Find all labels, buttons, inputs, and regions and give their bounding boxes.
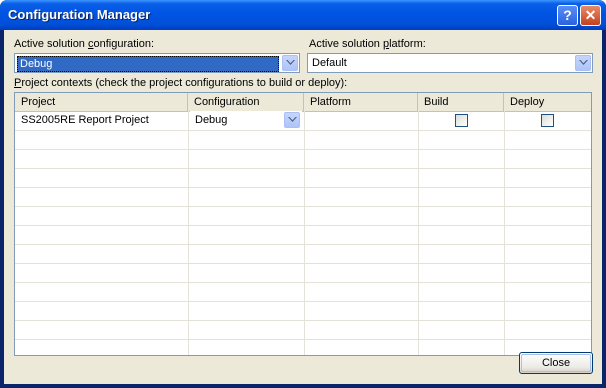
solution-platform-label: Active solution platform: <box>309 38 426 50</box>
dialog-body: Active solution configuration: Debug Act… <box>4 30 602 384</box>
table-row <box>15 339 591 355</box>
column-header-platform[interactable]: Platform <box>304 93 418 111</box>
project-configuration-value: Debug <box>195 114 228 126</box>
column-header-configuration[interactable]: Configuration <box>188 93 304 111</box>
grid-header: Project Configuration Platform Build Dep… <box>15 93 591 112</box>
deploy-checkbox[interactable] <box>541 114 554 127</box>
table-row <box>15 149 591 169</box>
project-contexts-label: Project contexts (check the project conf… <box>14 77 348 89</box>
build-checkbox[interactable] <box>455 114 468 127</box>
chevron-down-icon[interactable] <box>575 55 591 71</box>
close-icon: ✕ <box>584 7 597 23</box>
solution-platform-dropdown[interactable]: Default <box>307 53 593 73</box>
help-button[interactable]: ? <box>557 5 578 26</box>
title-bar[interactable]: Configuration Manager ? ✕ <box>0 0 606 30</box>
column-header-project[interactable]: Project <box>15 93 188 111</box>
table-row <box>15 282 591 302</box>
chevron-down-icon[interactable] <box>282 55 298 71</box>
table-row <box>15 301 591 321</box>
project-name-cell: SS2005RE Report Project <box>21 114 149 126</box>
solution-configuration-dropdown[interactable]: Debug <box>14 53 300 73</box>
column-header-deploy[interactable]: Deploy <box>504 93 591 111</box>
help-icon: ? <box>563 7 572 23</box>
solution-configuration-value: Debug <box>17 56 279 72</box>
configuration-manager-window: Configuration Manager ? ✕ Active solutio… <box>0 0 606 388</box>
table-row <box>15 244 591 264</box>
table-row <box>15 130 591 150</box>
window-title: Configuration Manager <box>8 7 151 22</box>
table-row <box>15 206 591 226</box>
project-contexts-grid: Project Configuration Platform Build Dep… <box>14 92 592 356</box>
project-configuration-dropdown[interactable]: Debug <box>190 111 302 129</box>
column-header-build[interactable]: Build <box>418 93 504 111</box>
table-row <box>15 263 591 283</box>
table-row <box>15 168 591 188</box>
table-row <box>15 320 591 340</box>
window-close-button[interactable]: ✕ <box>580 5 601 26</box>
table-row <box>15 225 591 245</box>
solution-platform-value: Default <box>312 57 347 69</box>
table-row[interactable]: SS2005RE Report Project Debug <box>15 111 591 131</box>
chevron-down-icon[interactable] <box>284 112 300 128</box>
solution-configuration-label: Active solution configuration: <box>14 38 155 50</box>
table-row <box>15 187 591 207</box>
close-button[interactable]: Close <box>519 352 593 374</box>
